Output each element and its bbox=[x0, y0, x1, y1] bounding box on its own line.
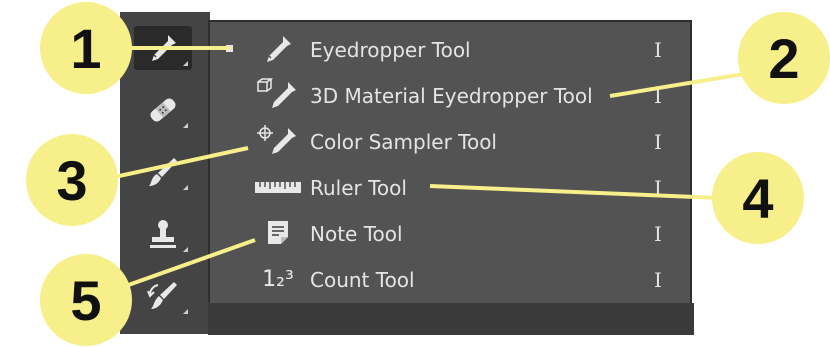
menu-item-label: Ruler Tool bbox=[310, 176, 407, 200]
menu-item-shortcut: I bbox=[654, 130, 662, 154]
brush-tool-button[interactable] bbox=[134, 150, 192, 194]
menu-item-label: Eyedropper Tool bbox=[310, 38, 471, 62]
eyedropper-flyout-menu: Eyedropper Tool I 3D Material Eyedropper… bbox=[208, 20, 692, 307]
menu-item-ruler-tool[interactable]: Ruler Tool I bbox=[210, 164, 690, 210]
menu-item-shortcut: I bbox=[654, 84, 662, 108]
tools-panel bbox=[120, 12, 210, 334]
healing-brush-tool-button[interactable] bbox=[134, 88, 192, 132]
submenu-indicator bbox=[183, 185, 188, 190]
menu-item-note-tool[interactable]: Note Tool I bbox=[210, 210, 690, 256]
eyedropper-icon bbox=[250, 31, 306, 67]
submenu-indicator bbox=[183, 123, 188, 128]
ruler-icon bbox=[250, 169, 306, 205]
color-sampler-icon bbox=[250, 123, 306, 159]
3d-material-eyedropper-icon bbox=[250, 77, 306, 113]
menu-item-color-sampler-tool[interactable]: Color Sampler Tool I bbox=[210, 118, 690, 164]
history-brush-tool-button[interactable] bbox=[134, 274, 192, 318]
menu-item-label: Color Sampler Tool bbox=[310, 130, 497, 154]
menu-item-3d-material-eyedropper-tool[interactable]: 3D Material Eyedropper Tool I bbox=[210, 72, 690, 118]
brush-icon bbox=[149, 158, 177, 186]
menu-item-shortcut: I bbox=[654, 222, 662, 246]
menu-item-shortcut: I bbox=[654, 38, 662, 62]
eyedropper-icon bbox=[152, 35, 176, 61]
menu-item-eyedropper-tool[interactable]: Eyedropper Tool I bbox=[210, 26, 690, 72]
menu-item-label: 3D Material Eyedropper Tool bbox=[310, 84, 593, 108]
menu-item-label: Note Tool bbox=[310, 222, 403, 246]
callout-3: 3 bbox=[26, 134, 118, 226]
stamp-icon bbox=[150, 220, 176, 248]
menu-item-count-tool[interactable]: 1₂³ Count Tool I bbox=[210, 256, 690, 302]
submenu-indicator bbox=[183, 61, 188, 66]
submenu-indicator bbox=[183, 247, 188, 252]
callout-2: 2 bbox=[738, 12, 830, 104]
history-brush-icon bbox=[147, 282, 177, 309]
bandage-icon bbox=[150, 98, 176, 122]
callout-5: 5 bbox=[40, 254, 132, 346]
count-icon: 1₂³ bbox=[250, 261, 306, 297]
menu-item-shortcut: I bbox=[654, 268, 662, 292]
callout-1: 1 bbox=[40, 2, 132, 94]
selected-bullet bbox=[226, 45, 233, 52]
callout-4: 4 bbox=[712, 152, 804, 244]
menu-item-label: Count Tool bbox=[310, 268, 415, 292]
eyedropper-tool-button[interactable] bbox=[134, 26, 192, 70]
submenu-indicator bbox=[183, 309, 188, 314]
count-glyph: 1₂³ bbox=[262, 266, 294, 292]
clone-stamp-tool-button[interactable] bbox=[134, 212, 192, 256]
note-icon bbox=[250, 215, 306, 251]
panel-bottom-strip bbox=[208, 303, 694, 335]
menu-item-shortcut: I bbox=[654, 176, 662, 200]
